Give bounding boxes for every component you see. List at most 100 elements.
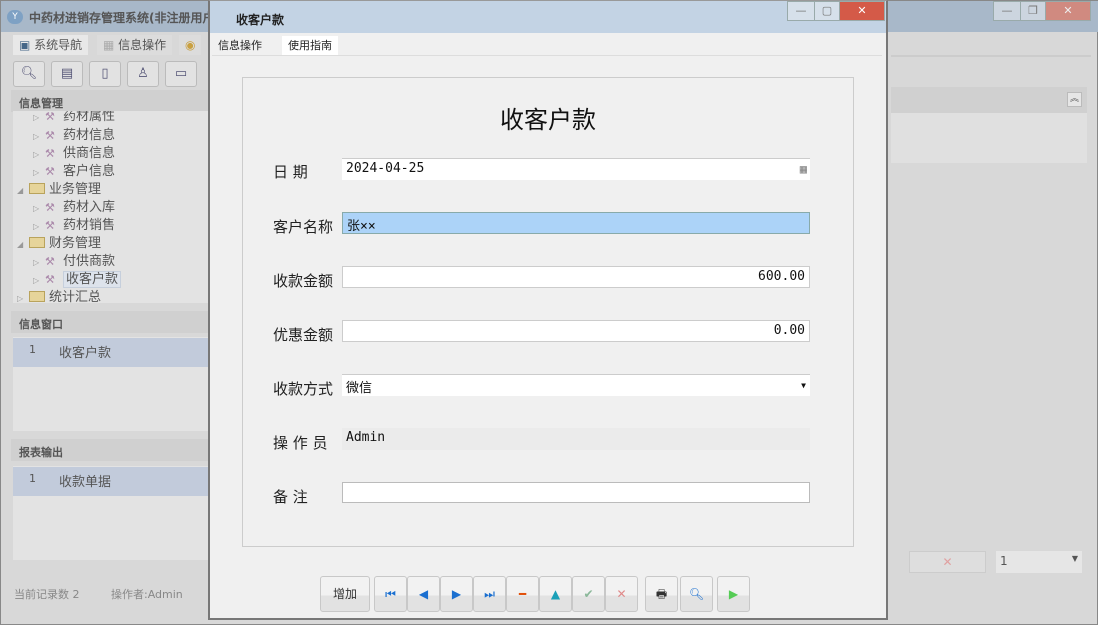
print-preview-button[interactable]: 🔍︎	[680, 576, 713, 612]
tree-node[interactable]: ▷⚒药材销售	[33, 214, 115, 233]
tool-icon: ⚒	[45, 201, 63, 214]
add-button[interactable]: 增加	[320, 576, 370, 612]
note-label: 备 注	[273, 486, 308, 507]
right-panel-body	[891, 113, 1087, 163]
monitor-icon: ▣	[19, 38, 34, 52]
play-icon: ▶	[729, 587, 738, 601]
tool-icon: ⚒	[45, 273, 63, 286]
tree-folder[interactable]: ◢财务管理	[17, 232, 101, 251]
tree-node[interactable]: ▷⚒客户信息	[33, 160, 115, 179]
tool-icon: ⚒	[45, 219, 63, 232]
document-tool-button[interactable]: ▯	[89, 61, 121, 87]
screen-tool-button[interactable]: ▭	[165, 61, 197, 87]
tool-icon: ⚒	[45, 129, 63, 142]
last-record-button[interactable]: ⏭	[473, 576, 506, 612]
form-title: 收客户款	[243, 100, 853, 135]
tree-node[interactable]: ▷⚒药材属性	[33, 111, 115, 124]
printer-icon: 🖶	[656, 587, 667, 601]
first-icon: ⏮	[385, 587, 396, 601]
app-logo-icon: Y	[7, 10, 23, 24]
cancel-button[interactable]: ✕	[605, 576, 638, 612]
first-record-button[interactable]: ⏮	[374, 576, 407, 612]
nav-tree: ▷⚒药材属性 ▷⚒药材信息 ▷⚒供商信息 ▷⚒客户信息 ◢业务管理 ▷⚒药材入库…	[13, 111, 209, 303]
edit-button[interactable]: ▲	[539, 576, 572, 612]
user-tool-button[interactable]: ♙	[127, 61, 159, 87]
prev-icon: ◀	[419, 587, 428, 601]
customer-field[interactable]: 张××	[342, 212, 810, 234]
operator-label: 操 作 员	[273, 432, 328, 453]
amount-field[interactable]: 600.00	[342, 266, 810, 288]
minus-icon: ━	[519, 587, 526, 601]
last-icon: ⏭	[484, 587, 495, 601]
next-record-button[interactable]: ▶	[440, 576, 473, 612]
tool-icon: ⚒	[45, 255, 63, 268]
report-output-list: 1收款单据	[13, 466, 209, 560]
dialog-maximize-button[interactable]: ▢	[814, 1, 840, 21]
tree-folder[interactable]: ▷统计汇总	[17, 286, 101, 303]
delete-button[interactable]: ━	[506, 576, 539, 612]
info-window-list: 1收客户款	[13, 337, 209, 431]
info-mgmt-header: 信息管理	[11, 90, 209, 112]
method-label: 收款方式	[273, 378, 333, 399]
discount-field[interactable]: 0.00	[342, 320, 810, 342]
tree-node[interactable]: ▷⚒药材入库	[33, 196, 115, 215]
save-button[interactable]: ✔	[572, 576, 605, 612]
print-button[interactable]: 🖶	[645, 576, 678, 612]
divider	[891, 55, 1091, 57]
operator-field: Admin	[342, 428, 810, 450]
discount-label: 优惠金额	[273, 324, 333, 345]
tab-info-ops[interactable]: ▦ 信息操作	[97, 35, 172, 55]
magnifier-icon: 🔍︎	[21, 66, 38, 81]
report-output-header: 报表输出	[11, 439, 209, 461]
tree-node[interactable]: ▷⚒药材信息	[33, 124, 115, 143]
dialog-title-bar: 收客户款	[210, 1, 886, 33]
screen-icon: ▭	[175, 66, 187, 81]
record-count: 当前记录数 2	[14, 586, 80, 602]
user-icon: ♙	[137, 66, 149, 81]
tree-node[interactable]: ▷⚒供商信息	[33, 142, 115, 161]
tree-node[interactable]: ▷⚒付供商款	[33, 250, 115, 269]
tab-system-nav[interactable]: ▣ 系统导航	[13, 35, 88, 55]
list-tool-button[interactable]: ▤	[51, 61, 83, 87]
tree-node-selected[interactable]: ▷⚒收客户款	[33, 268, 121, 287]
tab-info-ops[interactable]: 信息操作	[212, 36, 268, 55]
method-select[interactable]: 微信▼	[342, 374, 810, 396]
main-restore-button[interactable]: ❐	[1020, 1, 1046, 21]
tool-icon: ⚒	[45, 111, 63, 123]
date-field[interactable]: 2024-04-25▦	[342, 158, 810, 180]
cancel-icon[interactable]: ✕	[909, 551, 986, 573]
customer-label: 客户名称	[273, 216, 333, 237]
calendar-icon[interactable]: ▦	[800, 162, 807, 176]
folder-icon	[29, 237, 45, 248]
preview-icon: 🔍︎	[689, 587, 704, 601]
tree-folder[interactable]: ◢业务管理	[17, 178, 101, 197]
main-close-button[interactable]: ✕	[1045, 1, 1091, 21]
form-panel: 收客户款 日 期 2024-04-25▦ 客户名称 张×× 收款金额 600.0…	[242, 77, 854, 547]
main-minimize-button[interactable]: —	[993, 1, 1021, 21]
tool-icon: ⚒	[45, 147, 63, 160]
tab-help[interactable]: ◉	[179, 35, 201, 55]
list-icon: ▤	[61, 66, 73, 81]
dialog-close-button[interactable]: ✕	[839, 1, 885, 21]
list-item[interactable]: 1收款单据	[13, 467, 209, 496]
check-icon: ✔	[583, 587, 593, 601]
collapse-icon[interactable]: ︽	[1067, 92, 1082, 107]
run-button[interactable]: ▶	[717, 576, 750, 612]
folder-icon	[29, 183, 45, 194]
close-icon: ✕	[616, 587, 626, 601]
prev-record-button[interactable]: ◀	[407, 576, 440, 612]
main-title: 中药材进销存管理系统(非注册用户)	[29, 9, 220, 26]
date-label: 日 期	[273, 161, 308, 182]
divider	[212, 55, 882, 56]
info-window-header: 信息窗口	[11, 311, 209, 333]
chevron-down-icon: ▼	[801, 381, 806, 390]
search-tool-button[interactable]: 🔍︎	[13, 61, 45, 87]
note-field[interactable]	[342, 482, 810, 503]
dialog-minimize-button[interactable]: —	[787, 1, 815, 21]
page-select[interactable]: 1▼	[996, 551, 1082, 573]
up-triangle-icon: ▲	[551, 587, 560, 601]
receive-payment-dialog: 收客户款 — ▢ ✕ 信息操作 使用指南 收客户款 日 期 2024-04-25…	[208, 0, 888, 620]
operator-status: 操作者:Admin	[111, 586, 183, 602]
tab-usage-guide[interactable]: 使用指南	[282, 36, 338, 55]
list-item[interactable]: 1收客户款	[13, 338, 209, 367]
